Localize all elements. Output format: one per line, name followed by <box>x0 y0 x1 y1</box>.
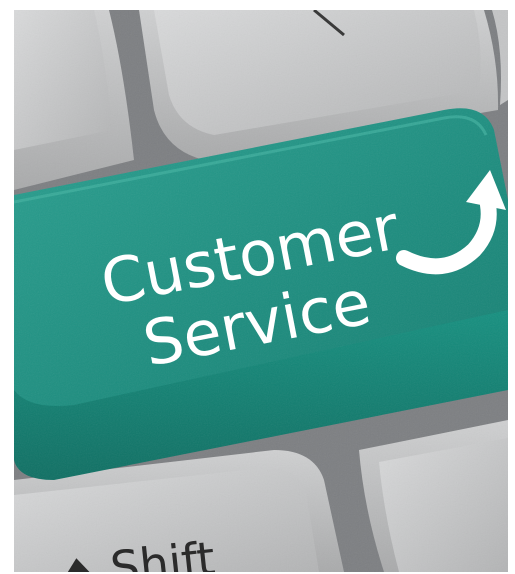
keyboard-photo: Customer Service Shift <box>14 10 508 572</box>
image-frame: Customer Service Shift <box>0 0 515 574</box>
keyboard-scene: Customer Service Shift <box>14 10 508 572</box>
